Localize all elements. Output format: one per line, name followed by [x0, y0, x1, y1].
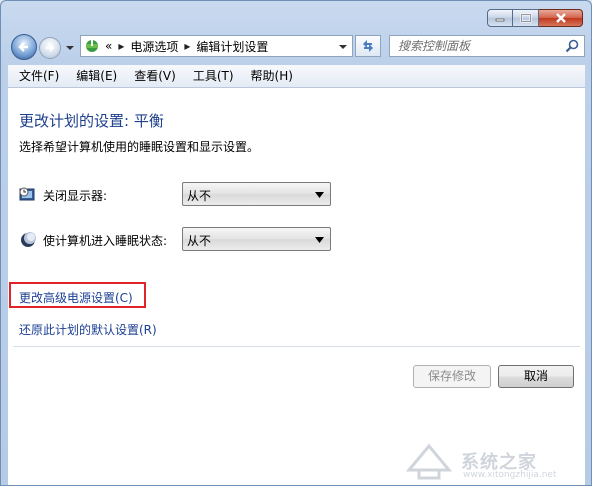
- address-prefix: «: [105, 39, 113, 53]
- refresh-button[interactable]: [355, 35, 381, 57]
- sleep-value: 从不: [187, 234, 212, 248]
- power-options-icon: [86, 40, 98, 52]
- search-icon[interactable]: [565, 39, 579, 53]
- address-separator: ▸: [184, 39, 191, 53]
- divider: [13, 346, 580, 347]
- forward-button[interactable]: [39, 37, 61, 59]
- maximize-button[interactable]: [513, 9, 539, 27]
- search-input[interactable]: [390, 36, 558, 56]
- menu-edit[interactable]: 编辑(E): [70, 66, 123, 86]
- restore-defaults-link[interactable]: 还原此计划的默认设置(R): [19, 321, 157, 338]
- minimize-icon: [495, 18, 505, 22]
- sleep-label: 使计算机进入睡眠状态:: [43, 234, 168, 248]
- content-pane: 更改计划的设置: 平衡 选择希望计算机使用的睡眠设置和显示设置。 关闭显示器: …: [8, 88, 585, 485]
- page-title: 更改计划的设置: 平衡: [19, 112, 164, 130]
- breadcrumb-power-options[interactable]: 电源选项: [130, 38, 178, 55]
- moon-sleep-icon: [21, 232, 36, 247]
- control-panel-window: « ▸ 电源选项 ▸ 编辑计划设置 文件(F) 编辑(E) 查看(V) 工具(T…: [0, 0, 592, 486]
- close-icon: [555, 13, 566, 23]
- monitor-clock-icon: [19, 187, 35, 201]
- advanced-power-settings-link[interactable]: 更改高级电源设置(C): [19, 289, 133, 306]
- address-dropdown-icon[interactable]: [338, 42, 348, 52]
- menu-view[interactable]: 查看(V): [128, 66, 182, 86]
- cancel-button[interactable]: 取消: [498, 365, 574, 388]
- display-off-select[interactable]: 从不: [182, 182, 331, 206]
- title-bar[interactable]: [1, 1, 591, 31]
- breadcrumb-edit-plan[interactable]: 编辑计划设置: [196, 38, 268, 55]
- recent-pages-dropdown-icon[interactable]: [65, 43, 75, 53]
- menu-tools[interactable]: 工具(T): [187, 66, 240, 86]
- page-subtitle: 选择希望计算机使用的睡眠设置和显示设置。: [19, 140, 260, 154]
- address-bar[interactable]: « ▸ 电源选项 ▸ 编辑计划设置: [80, 35, 353, 57]
- menu-file[interactable]: 文件(F): [13, 66, 65, 86]
- caption-buttons: [487, 9, 583, 28]
- display-off-label: 关闭显示器:: [43, 189, 108, 203]
- menu-help[interactable]: 帮助(H): [245, 66, 299, 86]
- watermark-logo-icon: [405, 443, 453, 480]
- display-off-value: 从不: [187, 189, 212, 203]
- address-separator: ▸: [118, 39, 125, 53]
- close-button[interactable]: [539, 9, 583, 27]
- arrow-right-icon: [46, 44, 55, 52]
- maximize-icon: [520, 13, 531, 23]
- watermark: 系统之家 www.xitongzhijia.net: [405, 440, 575, 482]
- save-changes-button[interactable]: 保存修改: [413, 365, 491, 388]
- watermark-url: www.xitongzhijia.net: [463, 470, 557, 480]
- chevron-down-icon: [315, 192, 324, 198]
- setting-row-display-off: 关闭显示器: 从不: [19, 182, 339, 208]
- arrow-left-icon: [18, 42, 28, 52]
- setting-row-sleep: 使计算机进入睡眠状态: 从不: [19, 227, 339, 253]
- sleep-select[interactable]: 从不: [182, 227, 331, 251]
- refresh-icon: [363, 40, 373, 52]
- navigation-row: « ▸ 电源选项 ▸ 编辑计划设置: [1, 31, 591, 63]
- minimize-button[interactable]: [487, 9, 513, 27]
- menu-bar: 文件(F) 编辑(E) 查看(V) 工具(T) 帮助(H): [8, 65, 585, 88]
- search-box: [389, 35, 585, 57]
- back-button[interactable]: [11, 34, 37, 60]
- chevron-down-icon: [315, 237, 324, 243]
